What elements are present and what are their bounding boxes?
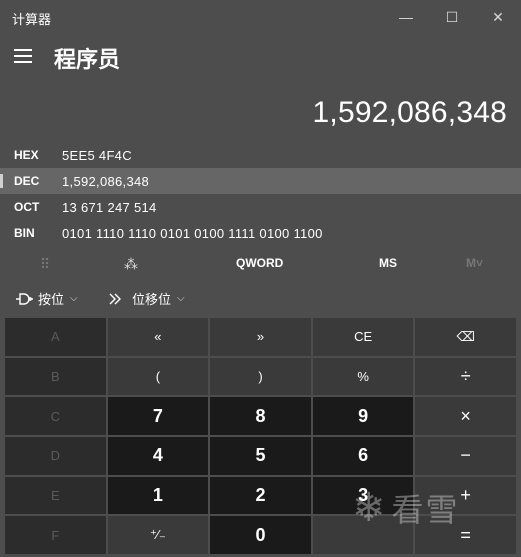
bitshift-dropdown[interactable]: 位移位 ⌵ — [108, 289, 185, 308]
key-modulo[interactable]: % — [312, 357, 414, 396]
backspace-icon[interactable]: ⌫ — [415, 318, 516, 356]
radix-label: BIN — [14, 226, 35, 240]
window-title: 计算器 — [12, 12, 52, 27]
word-size-button[interactable]: QWORD — [236, 256, 283, 270]
key-9[interactable]: 9 — [312, 397, 414, 435]
mode-bar: ⠿ ⁂ QWORD MS M˅ — [0, 250, 521, 278]
key-2[interactable]: 2 — [210, 476, 311, 515]
full-keypad-icon[interactable]: ⠿ — [40, 256, 50, 273]
key-rotate-left[interactable]: « — [107, 318, 209, 356]
radix-row-bin[interactable]: BIN 0101 1110 1110 0101 0100 1111 0100 1… — [0, 220, 521, 246]
chevron-down-icon: ⌵ — [70, 293, 78, 304]
radix-label: DEC — [14, 174, 40, 188]
key-d[interactable]: D — [5, 437, 106, 475]
key-open-paren[interactable]: ( — [107, 357, 209, 396]
header: 程序员 — [0, 34, 521, 78]
radix-row-hex[interactable]: HEX 5EE5 4F4C — [0, 142, 521, 168]
keypad: A « » CE ⌫ B ( ) % ÷ C 7 8 9 × D 4 5 6 −… — [5, 318, 516, 554]
radix-list: HEX 5EE5 4F4C DEC 1,592,086,348 OCT 13 6… — [0, 142, 521, 246]
bitshift-label: 位移位 — [132, 292, 172, 307]
close-button[interactable]: ✕ — [475, 0, 521, 34]
bitshift-icon — [109, 293, 121, 304]
memory-store-button[interactable]: MS — [379, 256, 397, 270]
key-a[interactable]: A — [5, 318, 106, 356]
key-multiply[interactable]: × — [415, 397, 516, 435]
radix-row-oct[interactable]: OCT 13 671 247 514 — [0, 194, 521, 220]
key-equals[interactable]: = — [415, 516, 516, 554]
key-c[interactable]: C — [5, 397, 106, 435]
key-empty — [312, 516, 414, 554]
key-4[interactable]: 4 — [107, 437, 209, 475]
radix-value: 13 671 247 514 — [62, 199, 157, 215]
key-subtract[interactable]: − — [415, 437, 516, 475]
maximize-button[interactable]: ☐ — [429, 0, 475, 34]
key-e[interactable]: E — [5, 476, 106, 515]
key-rotate-right[interactable]: » — [210, 318, 311, 356]
key-8[interactable]: 8 — [210, 397, 311, 435]
bit-toggle-icon[interactable]: ⁂ — [124, 256, 138, 273]
bitwise-dropdown[interactable]: 按位 ⌵ — [14, 289, 78, 308]
key-divide[interactable]: ÷ — [415, 357, 516, 396]
chevron-down-icon: ⌵ — [177, 293, 185, 304]
key-add[interactable]: + — [415, 476, 516, 515]
key-clear-entry[interactable]: CE — [312, 318, 414, 356]
key-b[interactable]: B — [5, 357, 106, 396]
radix-label: OCT — [14, 200, 40, 214]
radix-value: 5EE5 4F4C — [62, 147, 132, 163]
key-0[interactable]: 0 — [210, 516, 311, 554]
radix-label: HEX — [14, 148, 39, 162]
bitwise-label: 按位 — [38, 292, 65, 307]
mode-title: 程序员 — [54, 47, 121, 72]
toolbar: 按位 ⌵ 位移位 ⌵ — [0, 282, 521, 314]
minimize-button[interactable]: — — [383, 0, 429, 34]
radix-value: 0101 1110 1110 0101 0100 1111 0100 1100 — [62, 225, 323, 241]
menu-icon[interactable] — [8, 38, 38, 74]
key-6[interactable]: 6 — [312, 437, 414, 475]
key-close-paren[interactable]: ) — [210, 357, 311, 396]
memory-view-button[interactable]: M˅ — [466, 256, 483, 270]
key-negate[interactable]: ⁺∕₋ — [107, 516, 209, 554]
key-5[interactable]: 5 — [210, 437, 311, 475]
title-bar: 计算器 — ☐ ✕ — [0, 0, 521, 34]
key-7[interactable]: 7 — [107, 397, 209, 435]
radix-value: 1,592,086,348 — [62, 173, 150, 189]
key-1[interactable]: 1 — [107, 476, 209, 515]
key-3[interactable]: 3 — [312, 476, 414, 515]
radix-row-dec[interactable]: DEC 1,592,086,348 — [0, 168, 521, 194]
logic-gate-icon — [16, 292, 33, 305]
key-f[interactable]: F — [5, 516, 106, 554]
result-display: 1,592,086,348 — [312, 96, 507, 129]
